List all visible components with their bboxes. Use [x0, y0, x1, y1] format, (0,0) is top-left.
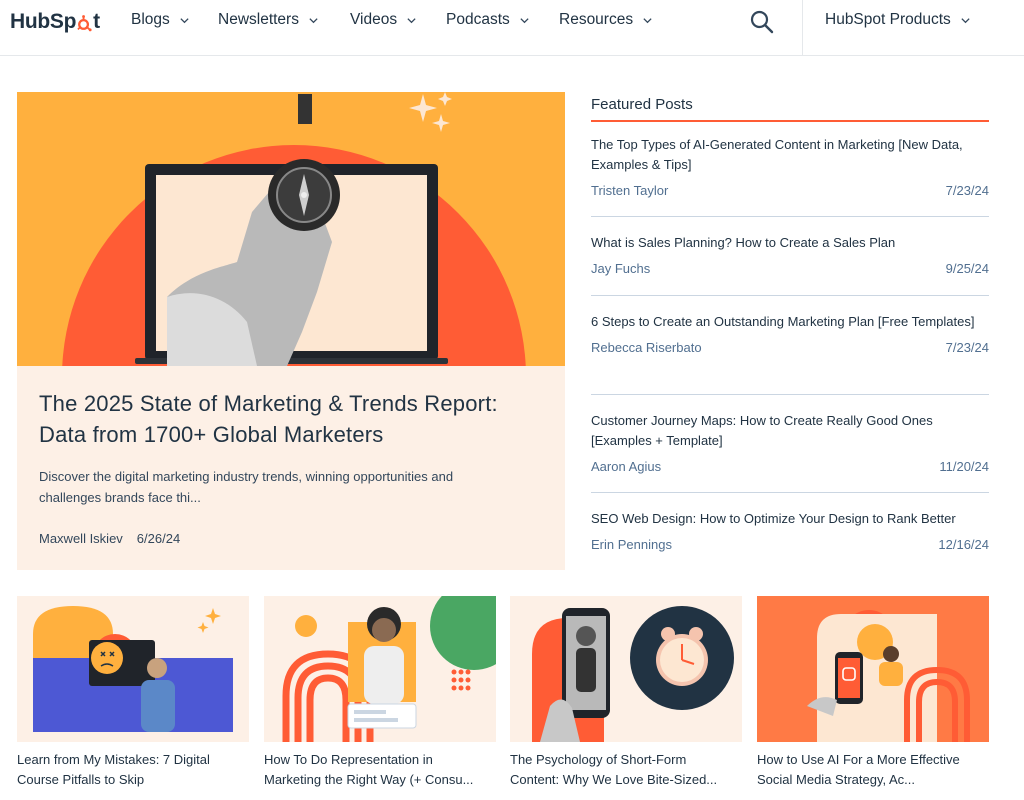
article-card-title-line2[interactable]: Course Pitfalls to Skip [17, 770, 249, 790]
article-card-title-line1[interactable]: The Psychology of Short-Form [510, 750, 742, 770]
nav-item-label: Podcasts [446, 11, 510, 28]
chevron-down-icon [643, 17, 652, 23]
featured-divider [591, 295, 989, 296]
logo-text-left: HubSp [10, 10, 77, 33]
featured-post-date: 11/20/24 [939, 459, 989, 474]
featured-post-title[interactable]: 6 Steps to Create an Outstanding Marketi… [591, 312, 989, 332]
featured-post-date: 7/23/24 [945, 183, 989, 198]
top-navigation: HubSp t Blogs Newsletters Videos Podcast… [0, 0, 1024, 56]
featured-posts-heading: Featured Posts [591, 96, 693, 113]
hero-author[interactable]: Maxwell Iskiev [39, 531, 123, 546]
featured-post-author[interactable]: Jay Fuchs [591, 261, 650, 276]
nav-item-videos[interactable]: Videos [350, 11, 417, 29]
article-card[interactable]: How to Use AI For a More Effective Socia… [757, 596, 989, 790]
logo-text-right: t [93, 10, 100, 33]
article-card-title-line2[interactable]: Social Media Strategy, Ac... [757, 770, 989, 790]
hero-image[interactable] [17, 92, 565, 366]
featured-post-date: 7/23/24 [945, 340, 989, 355]
featured-post-title[interactable]: What is Sales Planning? How to Create a … [591, 233, 989, 253]
article-card[interactable]: How To Do Representation in Marketing th… [264, 596, 496, 790]
featured-post-meta: Aaron Agius 11/20/24 [591, 459, 989, 474]
sprocket-logo-icon [77, 14, 92, 31]
products-label: HubSpot Products [825, 11, 951, 28]
card-illustration [17, 596, 249, 742]
card-illustration [264, 596, 496, 742]
hero-description: Discover the digital marketing industry … [39, 469, 454, 505]
featured-post-author[interactable]: Aaron Agius [591, 459, 661, 474]
search-icon[interactable] [749, 9, 775, 35]
nav-item-label: Blogs [131, 11, 170, 28]
hero-title[interactable]: The 2025 State of Marketing & Trends Rep… [39, 388, 549, 450]
nav-item-label: Resources [559, 11, 634, 28]
hero-date: 6/26/24 [136, 531, 181, 546]
featured-post-date: 12/16/24 [938, 537, 989, 552]
article-card-image[interactable] [510, 596, 742, 742]
chevron-down-icon [961, 17, 970, 23]
featured-divider [591, 216, 989, 217]
featured-divider [591, 394, 989, 395]
featured-post[interactable]: Customer Journey Maps: How to Create Rea… [591, 411, 989, 474]
featured-post[interactable]: 6 Steps to Create an Outstanding Marketi… [591, 312, 989, 355]
featured-post-meta: Erin Pennings 12/16/24 [591, 537, 989, 552]
featured-post-title[interactable]: Customer Journey Maps: How to Create Rea… [591, 411, 989, 451]
article-card-title-line2[interactable]: Content: Why We Love Bite-Sized... [510, 770, 742, 790]
featured-post[interactable]: SEO Web Design: How to Optimize Your Des… [591, 509, 989, 552]
article-card-title-line1[interactable]: How to Use AI For a More Effective [757, 750, 989, 770]
featured-post-author[interactable]: Rebecca Riserbato [591, 340, 702, 355]
featured-post-title[interactable]: The Top Types of AI-Generated Content in… [591, 135, 989, 175]
nav-item-podcasts[interactable]: Podcasts [446, 11, 530, 29]
nav-item-label: Videos [350, 11, 398, 28]
chevron-down-icon [180, 17, 189, 23]
chevron-down-icon [520, 17, 529, 23]
article-card-title-line1[interactable]: How To Do Representation in [264, 750, 496, 770]
featured-post-title[interactable]: SEO Web Design: How to Optimize Your Des… [591, 509, 989, 529]
hubspot-logo[interactable]: HubSp t [10, 10, 100, 34]
article-card[interactable]: The Psychology of Short-Form Content: Wh… [510, 596, 742, 790]
nav-divider [802, 0, 803, 56]
featured-post-date: 9/25/24 [945, 261, 989, 276]
article-card-title-line2[interactable]: Marketing the Right Way (+ Consu... [264, 770, 496, 790]
card-illustration [757, 596, 989, 742]
featured-post-meta: Jay Fuchs 9/25/24 [591, 261, 989, 276]
featured-post-author[interactable]: Tristen Taylor [591, 183, 668, 198]
featured-post-meta: Rebecca Riserbato 7/23/24 [591, 340, 989, 355]
nav-item-label: Newsletters [218, 11, 299, 28]
featured-heading-rule [591, 120, 989, 122]
nav-item-resources[interactable]: Resources [559, 11, 653, 29]
hubspot-products-menu[interactable]: HubSpot Products [825, 11, 971, 29]
article-card[interactable]: Learn from My Mistakes: 7 Digital Course… [17, 596, 249, 790]
hero-article-card[interactable]: The 2025 State of Marketing & Trends Rep… [17, 92, 565, 570]
article-card-image[interactable] [264, 596, 496, 742]
featured-post[interactable]: What is Sales Planning? How to Create a … [591, 233, 989, 276]
featured-divider [591, 492, 989, 493]
featured-post-author[interactable]: Erin Pennings [591, 537, 672, 552]
card-illustration [510, 596, 742, 742]
chevron-down-icon [309, 17, 318, 23]
nav-item-blogs[interactable]: Blogs [131, 11, 190, 29]
featured-post[interactable]: The Top Types of AI-Generated Content in… [591, 135, 989, 198]
nav-item-newsletters[interactable]: Newsletters [218, 11, 319, 29]
hero-illustration [17, 92, 565, 366]
featured-post-meta: Tristen Taylor 7/23/24 [591, 183, 989, 198]
chevron-down-icon [407, 17, 416, 23]
hero-meta: Maxwell Iskiev 6/26/24 [39, 531, 180, 546]
article-card-image[interactable] [17, 596, 249, 742]
article-card-image[interactable] [757, 596, 989, 742]
article-card-title-line1[interactable]: Learn from My Mistakes: 7 Digital [17, 750, 249, 770]
